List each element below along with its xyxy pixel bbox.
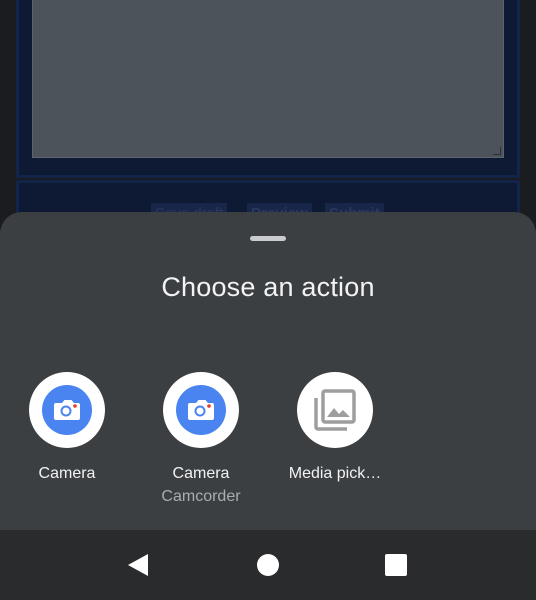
action-camera[interactable]: Camera [0,372,134,483]
navigation-bar [0,530,536,600]
camera-icon [163,372,239,448]
action-label: Camera [172,465,230,482]
action-label: Media pick… [288,465,382,482]
action-chooser-sheet: Choose an action Camera Camera Camcorder… [0,212,536,530]
home-icon[interactable] [255,552,281,578]
resize-grip-icon [493,147,501,155]
sheet-title: Choose an action [161,272,375,302]
action-sublabel: Camcorder [161,488,241,505]
gallery-icon [297,372,373,448]
action-camcorder[interactable]: Camera Camcorder [134,372,268,506]
action-media-picker[interactable]: Media pick… [268,372,402,483]
recents-icon[interactable] [383,552,409,578]
back-icon[interactable] [126,552,152,578]
camera-icon [29,372,105,448]
background-app: Save draft Preview Submit [0,0,536,240]
drag-handle[interactable] [250,236,286,241]
text-area[interactable] [32,0,504,158]
action-label: Camera [38,465,96,482]
